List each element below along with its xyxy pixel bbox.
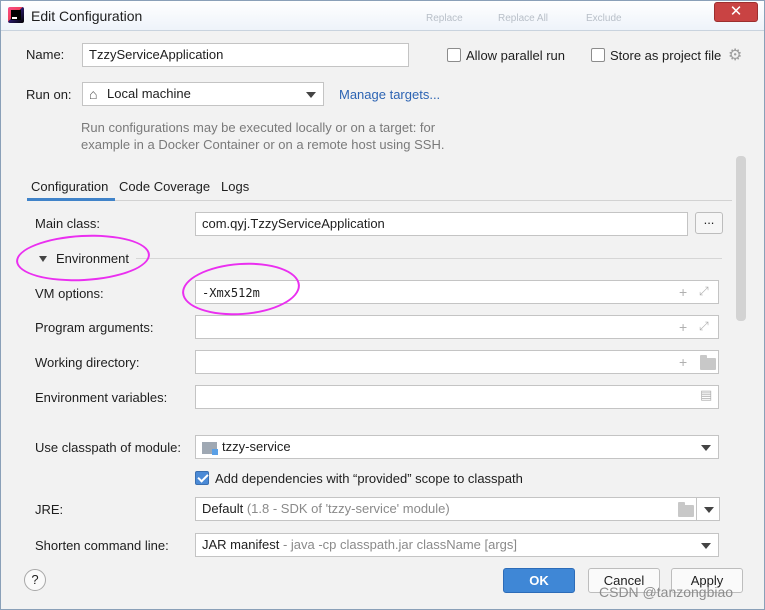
- environment-separator: [136, 258, 722, 259]
- chevron-down-icon: [701, 543, 711, 549]
- tab-divider: [27, 200, 732, 201]
- jre-detail: (1.8 - SDK of 'tzzy-service' module): [246, 501, 450, 516]
- run-on-hint-line1: Run configurations may be executed local…: [81, 120, 436, 135]
- chevron-down-icon: [306, 92, 316, 98]
- store-as-project-file-checkbox[interactable]: [591, 48, 605, 62]
- allow-parallel-run-checkbox[interactable]: [447, 48, 461, 62]
- annotation-ellipse-environment: [14, 231, 152, 285]
- plus-icon[interactable]: +: [679, 354, 687, 370]
- folder-icon[interactable]: [678, 502, 694, 517]
- shorten-command-line-value: JAR manifest: [202, 537, 280, 552]
- ok-button[interactable]: OK: [503, 568, 575, 593]
- program-arguments-field[interactable]: [195, 315, 719, 339]
- jre-label: JRE:: [35, 502, 64, 517]
- environment-variables-field[interactable]: [195, 385, 719, 409]
- environment-variables-label: Environment variables:: [35, 390, 168, 405]
- home-icon: ⌂: [89, 86, 98, 102]
- title-bar[interactable]: Edit Configuration Replace Replace All E…: [1, 1, 764, 31]
- working-directory-field[interactable]: [195, 350, 719, 374]
- name-field[interactable]: TzzyServiceApplication: [82, 43, 409, 67]
- plus-icon[interactable]: +: [679, 284, 687, 300]
- active-tab-indicator: [27, 198, 115, 201]
- expand-icon[interactable]: ⤢: [699, 284, 709, 299]
- window-title: Edit Configuration: [31, 8, 143, 24]
- shorten-command-line-label: Shorten command line:: [35, 538, 169, 553]
- classpath-module-value: tzzy-service: [222, 439, 291, 454]
- jre-combo[interactable]: Default (1.8 - SDK of 'tzzy-service' mod…: [195, 497, 697, 521]
- ghost-tab-exclude: Exclude: [586, 13, 622, 24]
- shorten-command-line-detail: - java -cp classpath.jar className [args…: [282, 537, 518, 552]
- watermark: CSDN @tanzongbiao: [599, 584, 734, 600]
- main-class-label: Main class:: [35, 216, 101, 231]
- intellij-app-icon: [8, 7, 24, 23]
- scrollbar-thumb[interactable]: [736, 156, 746, 321]
- annotation-ellipse-vm-options: [180, 258, 302, 320]
- store-as-project-file-label: Store as project file: [610, 48, 722, 63]
- tab-configuration[interactable]: Configuration: [31, 179, 108, 194]
- program-arguments-label: Program arguments:: [35, 320, 154, 335]
- run-on-value: Local machine: [107, 86, 191, 101]
- working-directory-label: Working directory:: [35, 355, 140, 370]
- jre-dropdown-button[interactable]: [696, 497, 720, 521]
- module-icon: [202, 442, 218, 455]
- edit-configuration-dialog: Edit Configuration Replace Replace All E…: [0, 0, 765, 610]
- document-icon[interactable]: ▤: [700, 387, 712, 403]
- expand-icon[interactable]: ⤢: [699, 319, 709, 334]
- name-label: Name:: [26, 47, 65, 62]
- gear-icon[interactable]: ⚙: [728, 45, 742, 65]
- run-on-combo[interactable]: ⌂ Local machine: [82, 82, 324, 106]
- ghost-tab-replace-all: Replace All: [498, 13, 549, 24]
- provided-scope-label: Add dependencies with “provided” scope t…: [215, 471, 523, 486]
- manage-targets-link[interactable]: Manage targets...: [339, 87, 440, 102]
- jre-value: Default: [202, 501, 244, 516]
- chevron-down-icon: [701, 445, 711, 451]
- provided-scope-checkbox[interactable]: [195, 471, 209, 485]
- browse-main-class-button[interactable]: ...: [695, 212, 723, 234]
- shorten-command-line-combo[interactable]: JAR manifest - java -cp classpath.jar cl…: [195, 533, 719, 557]
- vm-options-label: VM options:: [35, 286, 104, 301]
- run-on-label: Run on:: [26, 87, 72, 102]
- main-class-field[interactable]: com.qyj.TzzyServiceApplication: [195, 212, 688, 236]
- allow-parallel-run-label: Allow parallel run: [466, 48, 565, 63]
- run-on-hint-line2: example in a Docker Container or on a re…: [81, 137, 445, 152]
- ghost-tab-replace: Replace: [426, 13, 463, 24]
- tab-logs[interactable]: Logs: [221, 179, 249, 194]
- plus-icon[interactable]: +: [679, 319, 687, 335]
- help-button[interactable]: ?: [24, 569, 46, 591]
- tab-code-coverage[interactable]: Code Coverage: [119, 179, 210, 194]
- classpath-module-label: Use classpath of module:: [35, 440, 181, 455]
- close-button[interactable]: ✕: [714, 2, 758, 22]
- chevron-down-icon: [704, 507, 714, 513]
- folder-icon[interactable]: [700, 355, 716, 370]
- classpath-module-combo[interactable]: tzzy-service: [195, 435, 719, 459]
